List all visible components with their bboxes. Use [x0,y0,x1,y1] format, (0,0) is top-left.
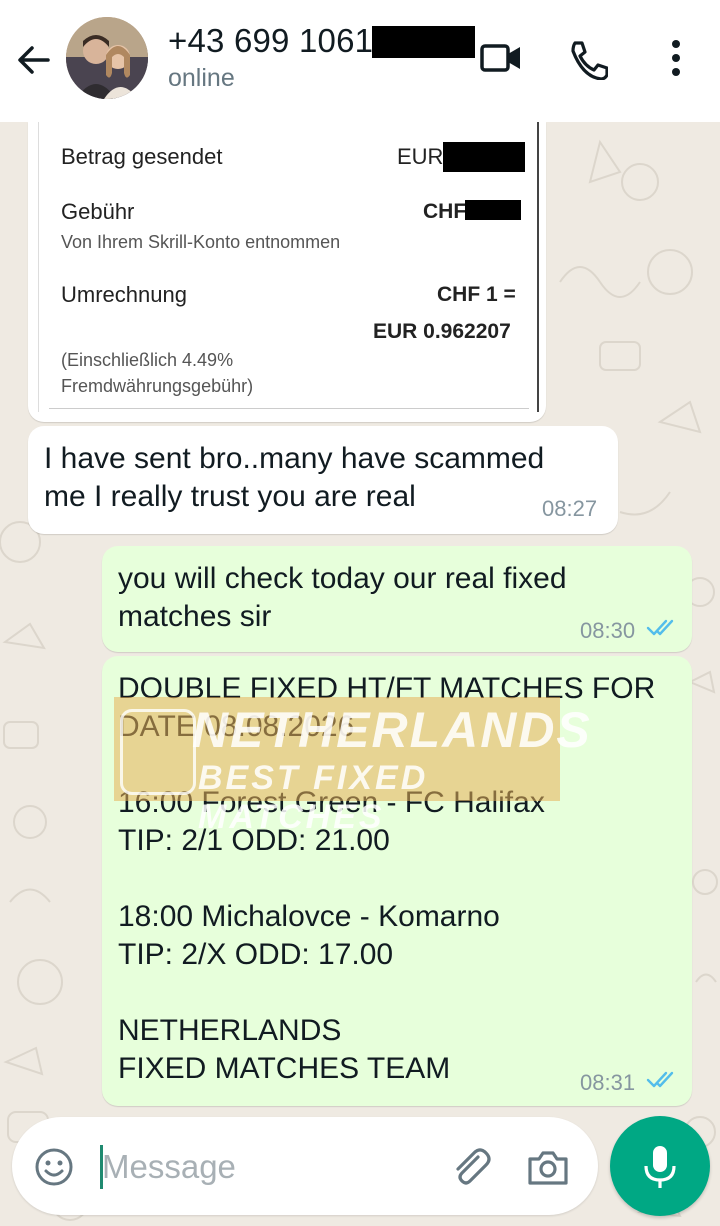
message-line [118,860,655,898]
message-line: 18:00 Michalovce - Komarno [118,900,500,933]
message-line: you will check today our real fixed [118,562,567,595]
receipt-value: CHF 1 = [437,283,516,306]
redaction-bar [443,142,525,172]
message-line: TIP: 2/X ODD: 17.00 [118,938,394,971]
mic-button[interactable] [610,1116,710,1216]
watermark-text: NETHERLANDS [192,702,592,758]
mic-icon [640,1144,680,1195]
receipt-value: CHF [423,200,467,223]
receipt-label: Umrechnung [61,282,187,307]
message-input[interactable] [100,1143,424,1191]
message-line: FIXED MATCHES TEAM [118,1052,451,1085]
read-ticks-icon [646,618,678,638]
receipt-note: Von Ihrem Skrill-Konto entnommen [61,232,341,252]
emoji-icon[interactable] [34,1147,74,1192]
contact-status: online [168,64,235,92]
message-composer [12,1117,598,1215]
incoming-message-bubble[interactable]: I have sent bro..many have scammed me I … [28,426,618,534]
receipt-label: Gebühr [61,199,135,224]
watermark-lion-icon [120,709,196,795]
chat-header: +43 699 1061 online [0,0,720,122]
redaction-bar [372,26,475,58]
camera-icon[interactable] [526,1147,570,1192]
back-arrow-icon[interactable] [14,40,54,80]
message-time: 08:30 [580,618,636,643]
message-line: NETHERLANDS [118,1014,342,1047]
message-line: me I really trust you are real [44,480,416,513]
watermark-text: BEST FIXED MATCHES [198,759,429,836]
message-line [118,974,655,1012]
receipt-note: Fremdwährungsgebühr) [61,376,254,396]
outgoing-message-bubble[interactable]: you will check today our real fixed matc… [102,546,692,652]
contact-avatar[interactable] [66,17,148,99]
attach-icon[interactable] [448,1145,492,1194]
contact-name[interactable]: +43 699 1061 [168,22,373,60]
read-ticks-icon [646,1070,678,1090]
video-call-icon[interactable] [478,38,524,83]
voice-call-icon[interactable] [566,38,609,85]
redaction-bar [465,200,521,220]
message-time: 08:31 [580,1070,636,1095]
incoming-image-bubble[interactable]: Betrag gesendet EUR Gebühr CHF Von Ihrem… [28,122,546,422]
watermark-logo: NETHERLANDS BEST FIXED MATCHES [114,697,590,836]
receipt-image: Betrag gesendet EUR Gebühr CHF Von Ihrem… [38,122,539,412]
receipt-divider [49,408,529,409]
message-line: matches sir [118,600,272,633]
receipt-label: Betrag gesendet [61,144,223,169]
message-line: I have sent bro..many have scammed [44,442,545,475]
message-time: 08:27 [542,496,598,521]
receipt-value: EUR 0.962207 [373,320,511,343]
receipt-value: EUR [397,144,444,169]
more-options-icon[interactable] [662,38,690,85]
receipt-note: (Einschließlich 4.49% [61,350,234,370]
